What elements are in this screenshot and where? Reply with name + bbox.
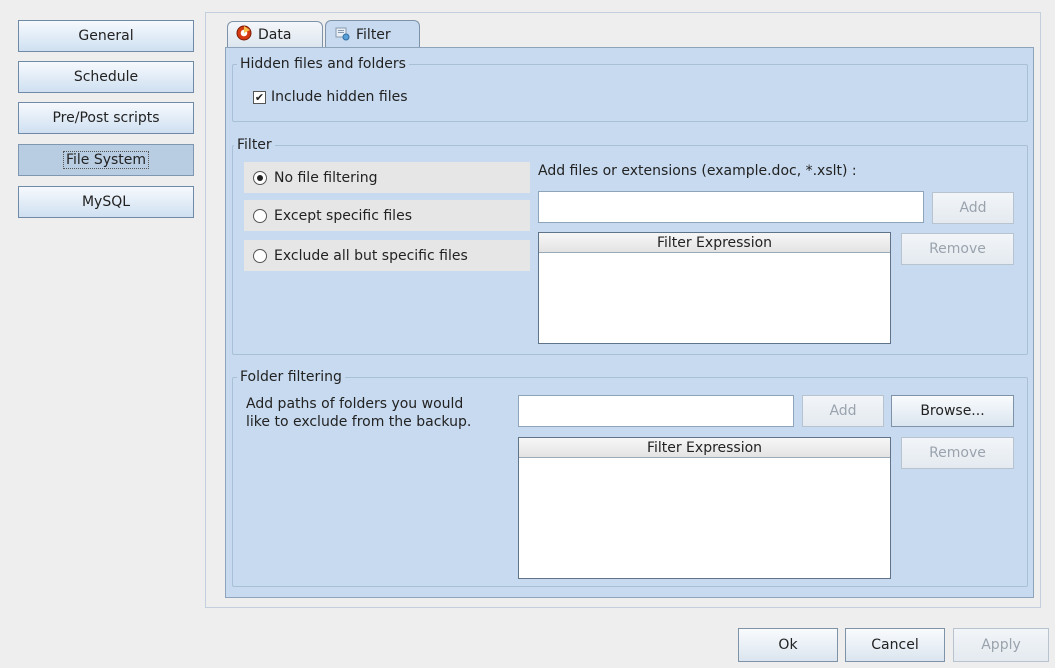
ok-button[interactable]: Ok bbox=[738, 628, 838, 662]
include-hidden-files-checkbox[interactable]: ✔ bbox=[253, 90, 266, 104]
nav-file-system-button[interactable]: File System bbox=[18, 144, 194, 176]
add-folder-button[interactable]: Add bbox=[802, 395, 884, 427]
cancel-button[interactable]: Cancel bbox=[845, 628, 945, 662]
filter-icon bbox=[334, 25, 350, 45]
folder-filter-list[interactable]: Filter Expression bbox=[518, 437, 891, 579]
remove-folder-filter-button[interactable]: Remove bbox=[901, 437, 1014, 469]
nav-mysql-button[interactable]: MySQL bbox=[18, 186, 194, 218]
nav-schedule-label: Schedule bbox=[73, 69, 139, 85]
nav-mysql-label: MySQL bbox=[81, 194, 131, 210]
apply-button[interactable]: Apply bbox=[953, 628, 1049, 662]
radio-button[interactable] bbox=[253, 248, 267, 263]
radio-button[interactable] bbox=[253, 170, 267, 185]
nav-general-button[interactable]: General bbox=[18, 20, 194, 52]
hidden-files-title: Hidden files and folders bbox=[237, 56, 409, 72]
radio-label: Except specific files bbox=[274, 207, 412, 224]
folder-path-input[interactable] bbox=[518, 395, 794, 427]
file-filter-list[interactable]: Filter Expression bbox=[538, 232, 891, 344]
folder-filter-list-header[interactable]: Filter Expression bbox=[519, 438, 890, 458]
folder-filtering-title: Folder filtering bbox=[237, 369, 345, 385]
include-hidden-files-row[interactable]: ✔ Include hidden files bbox=[253, 89, 408, 105]
tab-filter[interactable]: Filter bbox=[325, 20, 420, 48]
filter-title: Filter bbox=[234, 137, 275, 153]
radio-label: Exclude all but specific files bbox=[274, 247, 468, 264]
add-file-button[interactable]: Add bbox=[932, 192, 1014, 224]
nav-pre-post-scripts-label: Pre/Post scripts bbox=[52, 110, 160, 126]
radio-except-specific-files[interactable]: Except specific files bbox=[244, 200, 530, 231]
radio-no-file-filtering[interactable]: No file filtering bbox=[244, 162, 530, 193]
tab-data[interactable]: Data bbox=[227, 21, 323, 47]
nav-schedule-button[interactable]: Schedule bbox=[18, 61, 194, 93]
folder-description-line2: like to exclude from the backup. bbox=[246, 414, 472, 430]
radio-button[interactable] bbox=[253, 208, 267, 223]
folder-description-line1: Add paths of folders you would bbox=[246, 396, 464, 412]
file-extension-input[interactable] bbox=[538, 191, 924, 223]
radio-exclude-all-but-specific[interactable]: Exclude all but specific files bbox=[244, 240, 530, 271]
tab-data-label: Data bbox=[258, 26, 292, 43]
data-icon bbox=[236, 25, 252, 45]
add-files-label: Add files or extensions (example.doc, *.… bbox=[538, 163, 857, 179]
file-filter-list-header[interactable]: Filter Expression bbox=[539, 233, 890, 253]
nav-general-label: General bbox=[78, 28, 134, 44]
browse-button[interactable]: Browse... bbox=[891, 395, 1014, 427]
nav-file-system-label: File System bbox=[62, 151, 150, 169]
radio-label: No file filtering bbox=[274, 169, 378, 186]
nav-pre-post-scripts-button[interactable]: Pre/Post scripts bbox=[18, 102, 194, 134]
tab-filter-label: Filter bbox=[356, 26, 391, 43]
remove-file-filter-button[interactable]: Remove bbox=[901, 233, 1014, 265]
include-hidden-files-label: Include hidden files bbox=[271, 89, 408, 105]
